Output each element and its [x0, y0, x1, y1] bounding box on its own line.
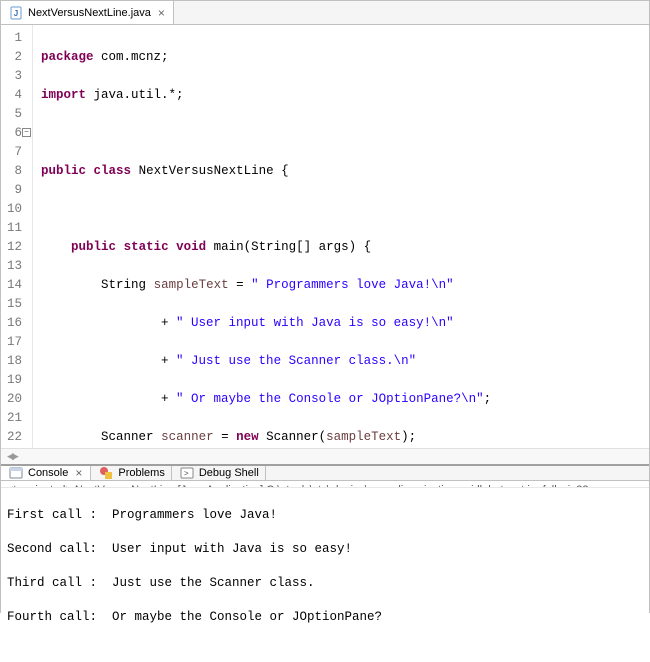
svg-text:J: J	[14, 9, 18, 18]
horizontal-scroll-bar[interactable]: ◀▶	[1, 448, 649, 464]
code-editor[interactable]: package com.mcnz; import java.util.*; pu…	[33, 25, 649, 448]
java-file-icon: J	[9, 6, 23, 20]
svg-text:>: >	[184, 469, 189, 478]
debug-shell-icon: >	[180, 466, 194, 480]
editor-area: 1 2 3 4 5 6− 7 8 9 10 11 12 13 14 15 16 …	[1, 25, 649, 448]
editor-tab-bar: J NextVersusNextLine.java ×	[1, 1, 649, 25]
problems-icon	[99, 466, 113, 480]
editor-tab-java-file[interactable]: J NextVersusNextLine.java ×	[1, 1, 174, 24]
console-line: Third call : Just use the Scanner class.	[7, 575, 643, 592]
tab-debug-shell[interactable]: > Debug Shell	[172, 466, 266, 480]
editor-tab-label: NextVersusNextLine.java	[28, 7, 151, 19]
close-icon[interactable]: ×	[156, 6, 167, 20]
console-line: First call : Programmers love Java!	[7, 507, 643, 524]
tab-console[interactable]: Console ×	[1, 466, 91, 480]
console-status-line: <terminated> NextVersusNextLine [Java Ap…	[1, 481, 649, 488]
fold-toggle-icon[interactable]: −	[22, 128, 31, 137]
scroll-arrows-icon: ◀▶	[7, 452, 17, 462]
line-number-gutter: 1 2 3 4 5 6− 7 8 9 10 11 12 13 14 15 16 …	[1, 25, 33, 448]
bottom-panel: Console × Problems > Debug Shell <termin…	[1, 464, 649, 612]
console-line: Second call: User input with Java is so …	[7, 541, 643, 558]
console-icon	[9, 466, 23, 480]
console-output[interactable]: First call : Programmers love Java! Seco…	[1, 488, 649, 662]
tab-console-label: Console	[28, 467, 68, 479]
tab-problems[interactable]: Problems	[91, 466, 171, 480]
tab-debug-shell-label: Debug Shell	[199, 467, 259, 479]
tab-problems-label: Problems	[118, 467, 164, 479]
console-line: Fourth call: Or maybe the Console or JOp…	[7, 609, 643, 626]
close-icon[interactable]: ×	[73, 466, 84, 480]
bottom-tab-bar: Console × Problems > Debug Shell	[1, 466, 649, 481]
